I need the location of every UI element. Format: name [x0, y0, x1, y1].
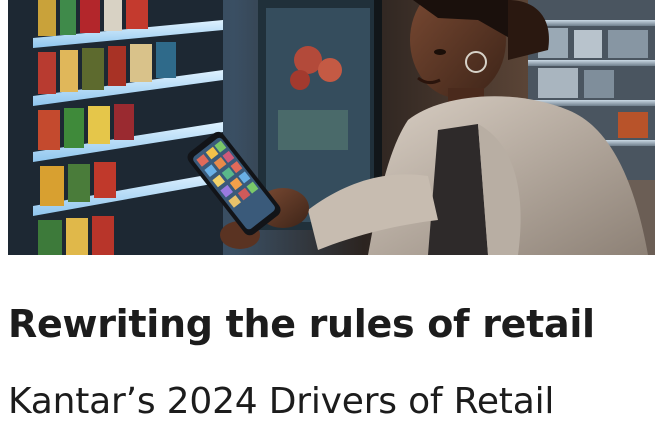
article-subtitle: Kantar’s 2024 Drivers of Retail: [8, 381, 555, 422]
hero-image: [8, 0, 655, 255]
fridge-shelves-left: [8, 0, 223, 255]
article-headline[interactable]: Rewriting the rules of retail: [8, 301, 655, 347]
hero-photo-illustration: [8, 0, 655, 255]
